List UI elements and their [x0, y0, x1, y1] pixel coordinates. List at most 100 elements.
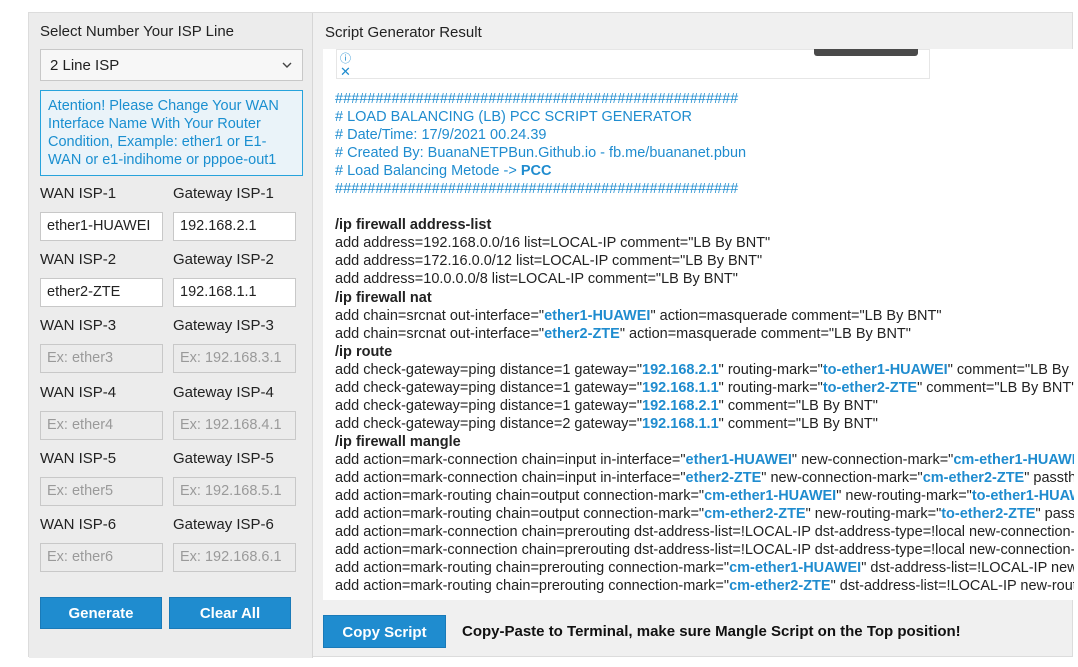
- script-segment: /ip firewall nat: [335, 289, 432, 306]
- script-segment: add check-gateway=ping distance=1 gatewa…: [335, 397, 643, 414]
- script-segment: 192.168.1.1: [642, 379, 719, 396]
- gateway-isp-6-input[interactable]: Ex: 192.168.6.1: [173, 543, 296, 572]
- script-segment: cm-ether2-ZTE: [729, 578, 831, 595]
- script-segment: add check-gateway=ping distance=1 gatewa…: [335, 379, 643, 396]
- script-segment: # Created By: BuanaNETPBun.Github.io - f…: [335, 145, 747, 162]
- isp-count-select[interactable]: 2 Line ISP: [40, 49, 303, 81]
- wan-isp-4-input[interactable]: Ex: ether4: [40, 410, 163, 440]
- config-panel: Select Number Your ISP Line 2 Line ISP A…: [29, 13, 313, 658]
- result-title: Script Generator Result: [325, 24, 482, 41]
- script-segment: " action=masquerade comment="LB By BNT": [650, 307, 942, 324]
- wan-isp-6-input[interactable]: Ex: ether6: [40, 543, 163, 572]
- script-segment: to-ether2-ZTE: [822, 379, 918, 396]
- isp-count-value: 2 Line ISP: [50, 57, 120, 74]
- script-line: ########################################…: [335, 180, 1074, 198]
- gateway-isp-5-label: Gateway ISP-5: [173, 449, 274, 467]
- script-segment: add address=10.0.0.0/8 list=LOCAL-IP com…: [335, 271, 738, 288]
- script-line: add check-gateway=ping distance=1 gatewa…: [335, 361, 1074, 379]
- script-segment: to-ether1-HUAWEI: [971, 488, 1074, 505]
- script-segment: cm-ether1-HUAWEI: [953, 451, 1074, 468]
- script-segment: " comment="LB By BNT": [917, 379, 1074, 396]
- script-segment: 192.168.2.1: [642, 397, 719, 414]
- script-segment: ########################################…: [335, 91, 739, 107]
- script-segment: " action=masquerade comment="LB By BNT": [619, 325, 911, 342]
- script-segment: cm-ether1-HUAWEI: [729, 560, 862, 577]
- wan-isp-2-input[interactable]: ether2-ZTE: [40, 278, 163, 308]
- gateway-isp-5-input[interactable]: Ex: 192.168.5.1: [173, 476, 296, 506]
- script-line: add action=mark-routing chain=output con…: [335, 487, 1074, 505]
- script-text: ########################################…: [335, 90, 1074, 595]
- gateway-isp-6-label: Gateway ISP-6: [173, 516, 274, 533]
- script-segment: ether1-HUAWEI: [544, 307, 651, 324]
- script-segment: " new-routing-mark=": [836, 488, 972, 505]
- script-segment: /ip firewall mangle: [335, 433, 461, 450]
- gateway-isp-3-label: Gateway ISP-3: [173, 317, 274, 335]
- wan-isp-6-label: WAN ISP-6: [40, 516, 117, 533]
- script-line: [335, 198, 1074, 216]
- script-line: /ip firewall nat: [335, 289, 1074, 307]
- script-segment: 192.168.1.1: [642, 415, 719, 432]
- script-line: add address=10.0.0.0/8 list=LOCAL-IP com…: [335, 270, 1074, 288]
- script-segment: add address=172.16.0.0/12 list=LOCAL-IP …: [335, 253, 763, 270]
- script-output[interactable]: ⓘ ✕ ####################################…: [323, 49, 1074, 600]
- ad-button[interactable]: [814, 49, 918, 56]
- warning-message: Atention! Please Change Your WAN Interfa…: [40, 90, 303, 176]
- script-segment: " dst-address-list=!LOCAL-IP new-routing…: [861, 560, 1074, 577]
- script-line: # LOAD BALANCING (LB) PCC SCRIPT GENERAT…: [335, 108, 1074, 126]
- script-segment: add action=mark-routing chain=prerouting…: [335, 578, 730, 595]
- script-segment: ########################################…: [335, 181, 739, 198]
- script-line: add chain=srcnat out-interface="ether2-Z…: [335, 325, 1074, 343]
- script-segment: add action=mark-routing chain=output con…: [335, 506, 705, 523]
- script-line: /ip route: [335, 343, 1074, 361]
- script-line: /ip firewall address-list: [335, 216, 1074, 234]
- script-segment: " new-connection-mark=": [791, 451, 954, 468]
- script-segment: " new-connection-mark=": [761, 469, 923, 486]
- script-segment: add action=mark-connection chain=input i…: [335, 469, 686, 486]
- script-segment: ether2-ZTE: [544, 325, 620, 342]
- script-line: add action=mark-connection chain=input i…: [335, 451, 1074, 469]
- script-line: add action=mark-connection chain=prerout…: [335, 523, 1074, 541]
- app-window: Select Number Your ISP Line 2 Line ISP A…: [28, 12, 1074, 658]
- script-line: # Date/Time: 17/9/2021 00.24.39: [335, 126, 1074, 144]
- script-segment: " comment="LB By BNT": [947, 361, 1074, 378]
- script-segment: add check-gateway=ping distance=2 gatewa…: [335, 415, 643, 432]
- gateway-isp-1-input[interactable]: 192.168.2.1: [173, 212, 296, 241]
- wan-isp-5-label: WAN ISP-5: [40, 449, 117, 467]
- script-segment: add chain=srcnat out-interface=": [335, 307, 545, 324]
- script-segment: to-ether1-HUAWEI: [822, 361, 948, 378]
- chevron-down-icon: [282, 62, 292, 68]
- gateway-isp-1-label: Gateway ISP-1: [173, 185, 274, 202]
- close-icon[interactable]: ✕: [340, 64, 351, 80]
- wan-isp-5-input[interactable]: Ex: ether5: [40, 476, 163, 506]
- script-segment: add check-gateway=ping distance=1 gatewa…: [335, 361, 643, 378]
- wan-isp-2-label: WAN ISP-2: [40, 251, 117, 269]
- script-segment: cm-ether2-ZTE: [922, 469, 1025, 486]
- script-line: add chain=srcnat out-interface="ether1-H…: [335, 307, 1074, 325]
- gateway-isp-3-input[interactable]: Ex: 192.168.3.1: [173, 344, 296, 374]
- script-line: add action=mark-connection chain=prerout…: [335, 541, 1074, 559]
- gateway-isp-2-input[interactable]: 192.168.1.1: [173, 278, 296, 308]
- generate-button[interactable]: Generate: [40, 597, 162, 629]
- ad-banner[interactable]: ⓘ ✕: [336, 49, 930, 79]
- script-segment: add action=mark-routing chain=prerouting…: [335, 560, 730, 577]
- wan-isp-1-input[interactable]: ether1-HUAWEI: [40, 212, 163, 241]
- script-line: # Load Balancing Metode -> PCC: [335, 162, 1074, 180]
- wan-isp-4-label: WAN ISP-4: [40, 383, 117, 401]
- script-segment: add address=192.168.0.0/16 list=LOCAL-IP…: [335, 235, 771, 252]
- script-segment: ether2-ZTE: [685, 469, 762, 486]
- script-segment: PCC: [520, 163, 552, 180]
- script-segment: " new-routing-mark=": [805, 506, 942, 523]
- script-segment: # LOAD BALANCING (LB) PCC SCRIPT GENERAT…: [335, 109, 692, 126]
- clear-all-button[interactable]: Clear All: [169, 597, 291, 629]
- script-segment: " passthrough=yes comment="LB By BNT": [1035, 506, 1074, 523]
- script-line: add check-gateway=ping distance=1 gatewa…: [335, 379, 1074, 397]
- script-segment: ether1-HUAWEI: [685, 451, 792, 468]
- script-segment: add action=mark-connection chain=prerout…: [335, 542, 1074, 559]
- gateway-isp-4-input[interactable]: Ex: 192.168.4.1: [173, 410, 296, 440]
- result-panel: Script Generator Result ⓘ ✕ ############…: [314, 13, 1074, 658]
- copy-script-button[interactable]: Copy Script: [323, 615, 446, 648]
- wan-isp-1-label: WAN ISP-1: [40, 185, 117, 202]
- script-segment: " routing-mark=": [718, 361, 823, 378]
- gateway-isp-2-label: Gateway ISP-2: [173, 251, 274, 269]
- wan-isp-3-input[interactable]: Ex: ether3: [40, 344, 163, 374]
